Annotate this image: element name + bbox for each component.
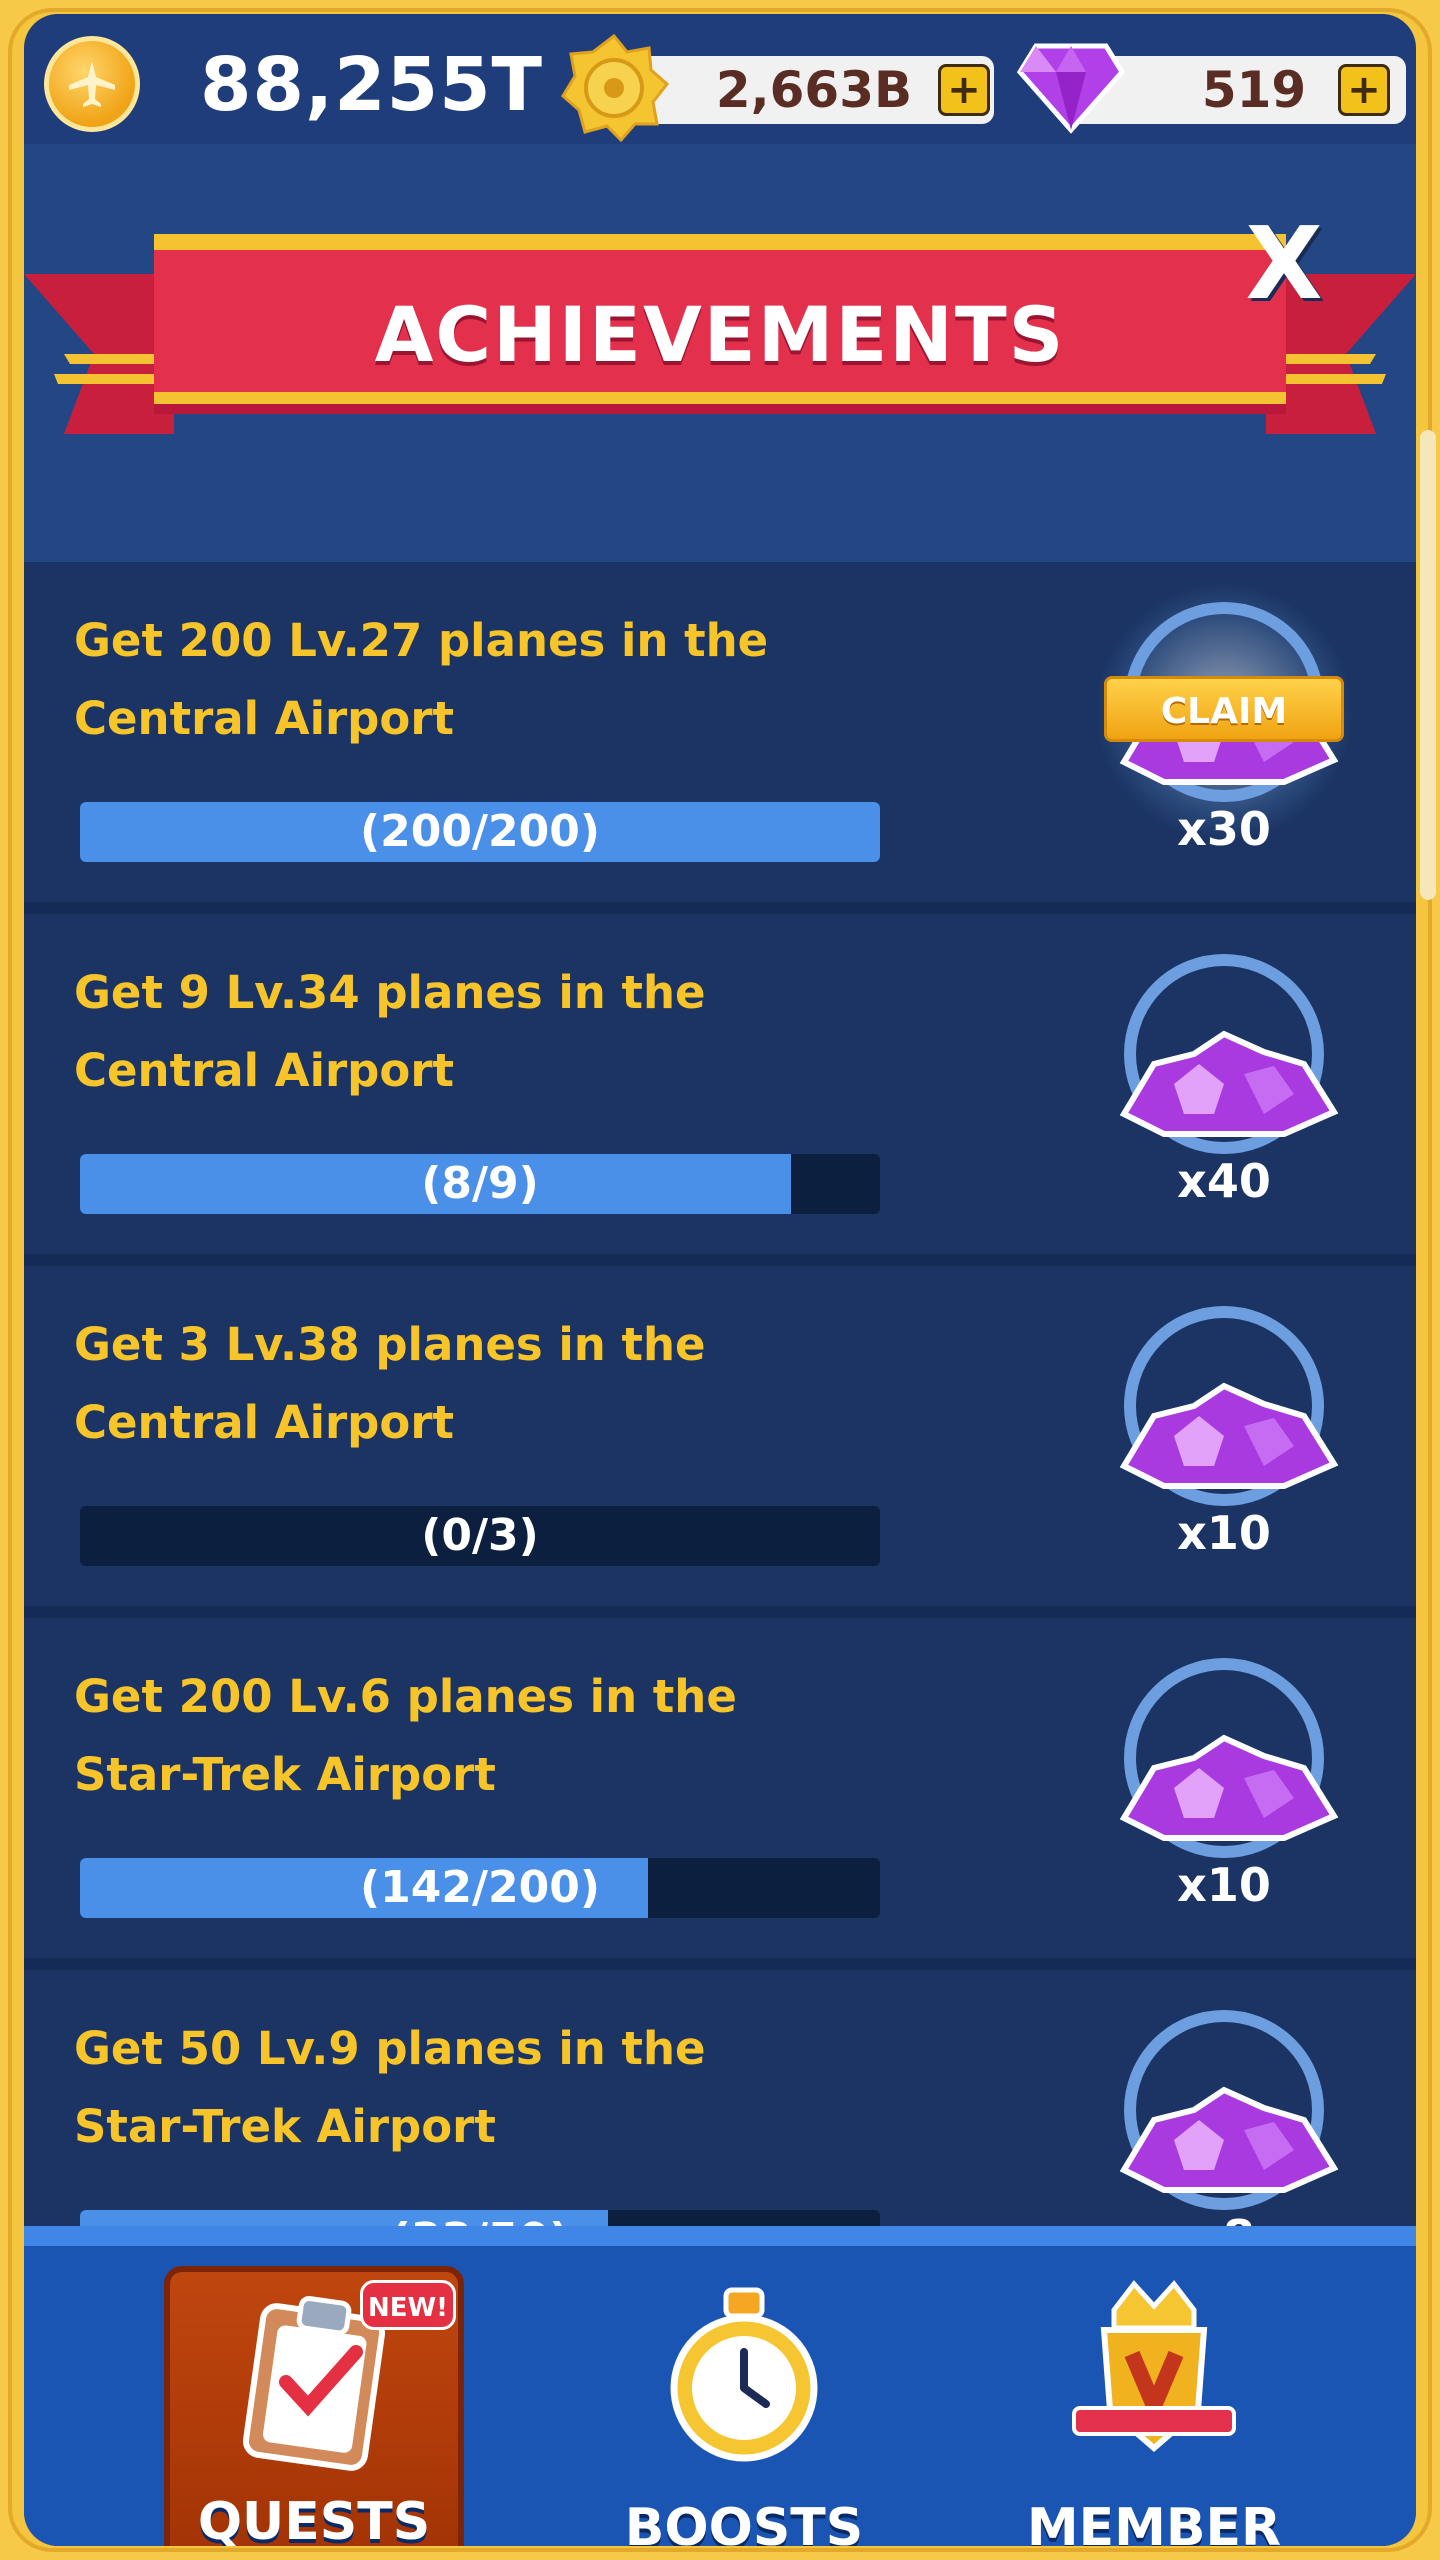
achievement-line-1: Get 3 Lv.38 planes in the <box>74 1318 706 1371</box>
currency-bar: 88,255T 2,663B + 519 + <box>24 14 1416 144</box>
bottom-nav: NEW! QUESTS BOOSTS MEMBER <box>24 2226 1416 2546</box>
add-coins-button[interactable]: + <box>938 64 990 116</box>
progress-bar: (0/3) <box>80 1506 880 1566</box>
achievement-line-1: Get 50 Lv.9 planes in the <box>74 2022 706 2075</box>
reward[interactable]: CLAIM x30 <box>1094 582 1354 882</box>
cash-value: 88,255T <box>200 42 544 128</box>
achievement-item: Get 9 Lv.34 planes in the Central Airpor… <box>24 914 1416 1254</box>
achievement-line-2: Star-Trek Airport <box>74 2100 496 2153</box>
reward: x10 <box>1104 1306 1344 1586</box>
progress-label: (142/200) <box>360 1862 600 1913</box>
progress-bar: (142/200) <box>80 1858 880 1918</box>
reward-amount: x10 <box>1177 1858 1271 1912</box>
achievement-description: Get 3 Lv.38 planes in the Central Airpor… <box>74 1306 974 1462</box>
crown-shield-icon <box>1072 2280 1236 2452</box>
claim-button[interactable]: CLAIM <box>1104 676 1344 742</box>
achievement-description: Get 200 Lv.27 planes in the Central Airp… <box>74 602 974 758</box>
reward-amount: x10 <box>1177 1506 1271 1560</box>
achievement-line-1: Get 200 Lv.27 planes in the <box>74 614 769 667</box>
achievement-line-1: Get 9 Lv.34 planes in the <box>74 966 706 1019</box>
add-gems-button[interactable]: + <box>1338 64 1390 116</box>
scrollbar[interactable] <box>1420 430 1436 900</box>
progress-bar: (200/200) <box>80 802 880 862</box>
airplane-coin-icon[interactable] <box>44 36 140 132</box>
achievement-list[interactable]: Get 200 Lv.27 planes in the Central Airp… <box>24 562 1416 2244</box>
progress-label: (200/200) <box>360 806 600 857</box>
reward: x40 <box>1104 954 1344 1234</box>
progress-label: (8/9) <box>421 1158 539 1209</box>
achievement-line-2: Central Airport <box>74 1044 455 1097</box>
progress-label: (0/3) <box>421 1510 539 1561</box>
gold-coin-icon <box>559 32 670 143</box>
coin-value: 2,663B <box>715 61 913 119</box>
reward-amount: x40 <box>1177 1154 1271 1208</box>
close-button[interactable]: X <box>1234 214 1334 314</box>
tab-boosts-label: BOOSTS <box>624 2498 864 2546</box>
purple-gem-icon <box>1016 38 1126 134</box>
stopwatch-icon <box>670 2287 818 2462</box>
achievement-item: Get 50 Lv.9 planes in the Star-Trek Airp… <box>24 1970 1416 2244</box>
new-badge: NEW! <box>360 2280 456 2330</box>
gem-pile-icon <box>1119 1030 1339 1137</box>
achievement-description: Get 200 Lv.6 planes in the Star-Trek Air… <box>74 1658 974 1814</box>
achievement-item: Get 200 Lv.6 planes in the Star-Trek Air… <box>24 1618 1416 1958</box>
achievement-description: Get 50 Lv.9 planes in the Star-Trek Airp… <box>74 2010 974 2166</box>
progress-bar: (8/9) <box>80 1154 880 1214</box>
tab-member[interactable]: MEMBER <box>1004 2266 1304 2546</box>
airplane-icon <box>69 61 115 107</box>
achievement-line-2: Star-Trek Airport <box>74 1748 496 1801</box>
reward: x8 <box>1104 2010 1344 2244</box>
gem-pile-icon <box>1119 1734 1339 1841</box>
gem-pile-icon <box>1119 1382 1339 1489</box>
achievement-line-2: Central Airport <box>74 692 455 745</box>
achievement-item: Get 3 Lv.38 planes in the Central Airpor… <box>24 1266 1416 1606</box>
tab-quests[interactable]: NEW! QUESTS <box>164 2266 464 2546</box>
reward: x10 <box>1104 1658 1344 1938</box>
achievement-line-2: Central Airport <box>74 1396 455 1449</box>
tab-member-label: MEMBER <box>1026 2498 1282 2546</box>
achievement-item: Get 200 Lv.27 planes in the Central Airp… <box>24 562 1416 902</box>
gem-value: 519 <box>1201 61 1307 119</box>
achievements-header: ACHIEVEMENTS <box>24 144 1416 564</box>
achievement-line-1: Get 200 Lv.6 planes in the <box>74 1670 737 1723</box>
reward-amount: x30 <box>1177 802 1271 856</box>
tab-quests-label: QUESTS <box>197 2492 431 2546</box>
game-screen: 88,255T 2,663B + 519 + ACHIEVEMENTS X Ge… <box>24 14 1416 2546</box>
achievement-description: Get 9 Lv.34 planes in the Central Airpor… <box>74 954 974 1110</box>
gem-pile-icon <box>1119 2086 1339 2193</box>
page-title: ACHIEVEMENTS <box>374 289 1066 379</box>
tab-boosts[interactable]: BOOSTS <box>594 2266 894 2546</box>
